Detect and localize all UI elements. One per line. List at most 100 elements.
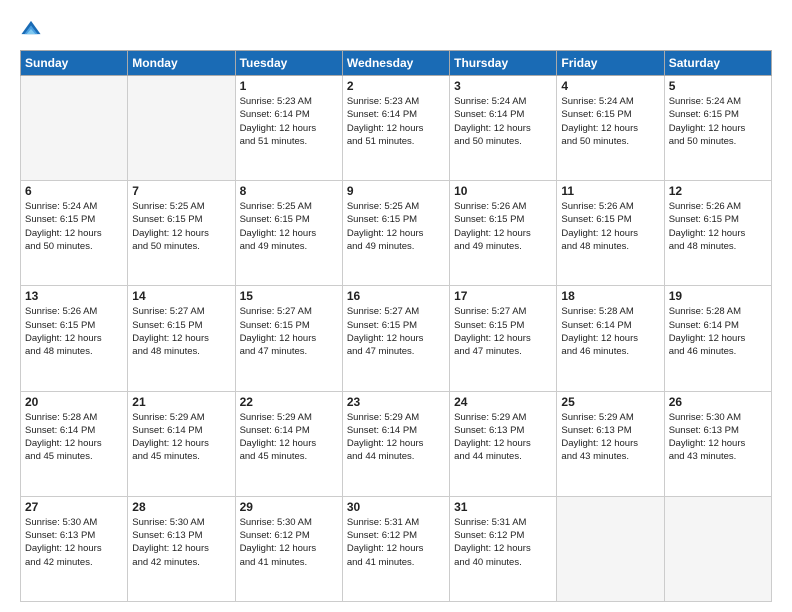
day-info: Sunrise: 5:25 AMSunset: 6:15 PMDaylight:… (347, 200, 445, 253)
calendar-cell: 7 Sunrise: 5:25 AMSunset: 6:15 PMDaylight… (128, 181, 235, 286)
day-number: 28 (132, 500, 230, 514)
calendar-cell: 5 Sunrise: 5:24 AMSunset: 6:15 PMDaylight… (664, 76, 771, 181)
calendar-cell: 27 Sunrise: 5:30 AMSunset: 6:13 PMDayligh… (21, 496, 128, 601)
calendar-week-row: 6 Sunrise: 5:24 AMSunset: 6:15 PMDaylight… (21, 181, 772, 286)
calendar-cell: 31 Sunrise: 5:31 AMSunset: 6:12 PMDayligh… (450, 496, 557, 601)
calendar-cell: 2Sunrise: 5:23 AMSunset: 6:14 PMDaylight… (342, 76, 449, 181)
day-info: Sunrise: 5:26 AMSunset: 6:15 PMDaylight:… (561, 200, 659, 253)
day-info: Sunrise: 5:27 AMSunset: 6:15 PMDaylight:… (240, 305, 338, 358)
day-info: Sunrise: 5:30 AMSunset: 6:13 PMDaylight:… (25, 516, 123, 569)
day-number: 29 (240, 500, 338, 514)
day-number: 8 (240, 184, 338, 198)
calendar-cell: 11 Sunrise: 5:26 AMSunset: 6:15 PMDayligh… (557, 181, 664, 286)
calendar-cell: 1Sunrise: 5:23 AMSunset: 6:14 PMDaylight… (235, 76, 342, 181)
header (20, 18, 772, 40)
page: SundayMondayTuesdayWednesdayThursdayFrid… (0, 0, 792, 612)
calendar-cell: 9Sunrise: 5:25 AMSunset: 6:15 PMDaylight… (342, 181, 449, 286)
calendar-cell: 6 Sunrise: 5:24 AMSunset: 6:15 PMDaylight… (21, 181, 128, 286)
day-number: 24 (454, 395, 552, 409)
day-info: Sunrise: 5:30 AMSunset: 6:13 PMDaylight:… (132, 516, 230, 569)
day-number: 16 (347, 289, 445, 303)
day-header-tuesday: Tuesday (235, 51, 342, 76)
day-number: 6 (25, 184, 123, 198)
day-info: Sunrise: 5:29 AMSunset: 6:13 PMDaylight:… (454, 411, 552, 464)
calendar-cell: 20Sunrise: 5:28 AMSunset: 6:14 PMDayligh… (21, 391, 128, 496)
calendar-cell: 28 Sunrise: 5:30 AMSunset: 6:13 PMDayligh… (128, 496, 235, 601)
calendar-cell: 25 Sunrise: 5:29 AMSunset: 6:13 PMDayligh… (557, 391, 664, 496)
day-info: Sunrise: 5:31 AMSunset: 6:12 PMDaylight:… (347, 516, 445, 569)
day-number: 20 (25, 395, 123, 409)
calendar-cell: 17 Sunrise: 5:27 AMSunset: 6:15 PMDayligh… (450, 286, 557, 391)
calendar-cell: 10Sunrise: 5:26 AMSunset: 6:15 PMDayligh… (450, 181, 557, 286)
day-info: Sunrise: 5:31 AMSunset: 6:12 PMDaylight:… (454, 516, 552, 569)
day-info: Sunrise: 5:29 AMSunset: 6:14 PMDaylight:… (132, 411, 230, 464)
calendar-cell: 16Sunrise: 5:27 AMSunset: 6:15 PMDayligh… (342, 286, 449, 391)
day-number: 2 (347, 79, 445, 93)
day-number: 4 (561, 79, 659, 93)
calendar-header-row: SundayMondayTuesdayWednesdayThursdayFrid… (21, 51, 772, 76)
calendar-week-row: 13 Sunrise: 5:26 AMSunset: 6:15 PMDayligh… (21, 286, 772, 391)
calendar-table: SundayMondayTuesdayWednesdayThursdayFrid… (20, 50, 772, 602)
day-number: 12 (669, 184, 767, 198)
day-header-wednesday: Wednesday (342, 51, 449, 76)
day-info: Sunrise: 5:29 AMSunset: 6:13 PMDaylight:… (561, 411, 659, 464)
day-info: Sunrise: 5:24 AMSunset: 6:15 PMDaylight:… (25, 200, 123, 253)
day-info: Sunrise: 5:23 AMSunset: 6:14 PMDaylight:… (240, 95, 338, 148)
calendar-cell: 3Sunrise: 5:24 AMSunset: 6:14 PMDaylight… (450, 76, 557, 181)
day-number: 11 (561, 184, 659, 198)
calendar-cell: 30 Sunrise: 5:31 AMSunset: 6:12 PMDayligh… (342, 496, 449, 601)
calendar-cell: 26 Sunrise: 5:30 AMSunset: 6:13 PMDayligh… (664, 391, 771, 496)
day-number: 25 (561, 395, 659, 409)
logo (20, 18, 46, 40)
day-header-saturday: Saturday (664, 51, 771, 76)
day-number: 15 (240, 289, 338, 303)
day-number: 17 (454, 289, 552, 303)
day-info: Sunrise: 5:27 AMSunset: 6:15 PMDaylight:… (454, 305, 552, 358)
day-header-thursday: Thursday (450, 51, 557, 76)
day-number: 22 (240, 395, 338, 409)
day-info: Sunrise: 5:30 AMSunset: 6:12 PMDaylight:… (240, 516, 338, 569)
calendar-cell: 29 Sunrise: 5:30 AMSunset: 6:12 PMDayligh… (235, 496, 342, 601)
calendar-cell: 24 Sunrise: 5:29 AMSunset: 6:13 PMDayligh… (450, 391, 557, 496)
day-number: 7 (132, 184, 230, 198)
calendar-cell: 4 Sunrise: 5:24 AMSunset: 6:15 PMDaylight… (557, 76, 664, 181)
day-number: 5 (669, 79, 767, 93)
calendar-cell: 8Sunrise: 5:25 AMSunset: 6:15 PMDaylight… (235, 181, 342, 286)
day-number: 30 (347, 500, 445, 514)
day-header-monday: Monday (128, 51, 235, 76)
day-number: 19 (669, 289, 767, 303)
day-info: Sunrise: 5:24 AMSunset: 6:15 PMDaylight:… (561, 95, 659, 148)
day-number: 27 (25, 500, 123, 514)
day-number: 13 (25, 289, 123, 303)
day-header-friday: Friday (557, 51, 664, 76)
calendar-cell (21, 76, 128, 181)
day-info: Sunrise: 5:26 AMSunset: 6:15 PMDaylight:… (454, 200, 552, 253)
calendar-cell (664, 496, 771, 601)
day-info: Sunrise: 5:24 AMSunset: 6:15 PMDaylight:… (669, 95, 767, 148)
calendar-week-row: 27 Sunrise: 5:30 AMSunset: 6:13 PMDayligh… (21, 496, 772, 601)
day-info: Sunrise: 5:27 AMSunset: 6:15 PMDaylight:… (132, 305, 230, 358)
calendar-cell: 12 Sunrise: 5:26 AMSunset: 6:15 PMDayligh… (664, 181, 771, 286)
calendar-week-row: 1Sunrise: 5:23 AMSunset: 6:14 PMDaylight… (21, 76, 772, 181)
calendar-cell: 14 Sunrise: 5:27 AMSunset: 6:15 PMDayligh… (128, 286, 235, 391)
logo-icon (20, 18, 42, 40)
day-number: 31 (454, 500, 552, 514)
day-header-sunday: Sunday (21, 51, 128, 76)
calendar-cell: 13 Sunrise: 5:26 AMSunset: 6:15 PMDayligh… (21, 286, 128, 391)
calendar-cell: 21Sunrise: 5:29 AMSunset: 6:14 PMDayligh… (128, 391, 235, 496)
day-number: 14 (132, 289, 230, 303)
day-info: Sunrise: 5:26 AMSunset: 6:15 PMDaylight:… (669, 200, 767, 253)
calendar-cell (557, 496, 664, 601)
calendar-week-row: 20Sunrise: 5:28 AMSunset: 6:14 PMDayligh… (21, 391, 772, 496)
day-info: Sunrise: 5:28 AMSunset: 6:14 PMDaylight:… (669, 305, 767, 358)
calendar-cell: 22Sunrise: 5:29 AMSunset: 6:14 PMDayligh… (235, 391, 342, 496)
day-info: Sunrise: 5:28 AMSunset: 6:14 PMDaylight:… (561, 305, 659, 358)
calendar-cell: 19 Sunrise: 5:28 AMSunset: 6:14 PMDayligh… (664, 286, 771, 391)
day-number: 3 (454, 79, 552, 93)
calendar-cell: 23Sunrise: 5:29 AMSunset: 6:14 PMDayligh… (342, 391, 449, 496)
day-info: Sunrise: 5:25 AMSunset: 6:15 PMDaylight:… (132, 200, 230, 253)
day-info: Sunrise: 5:26 AMSunset: 6:15 PMDaylight:… (25, 305, 123, 358)
day-info: Sunrise: 5:30 AMSunset: 6:13 PMDaylight:… (669, 411, 767, 464)
day-number: 26 (669, 395, 767, 409)
day-number: 18 (561, 289, 659, 303)
